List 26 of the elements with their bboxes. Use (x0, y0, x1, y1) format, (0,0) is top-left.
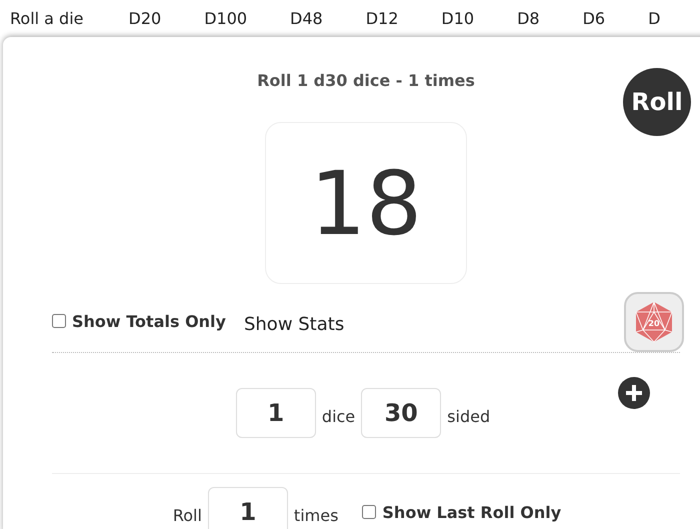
nav-link[interactable]: D20 (128, 9, 162, 28)
nav-link[interactable]: D48 (290, 9, 323, 28)
sides-field[interactable]: 30 (361, 388, 442, 438)
times-label: times (294, 506, 338, 524)
roll-button[interactable]: Roll (623, 68, 691, 136)
nav-link[interactable]: D12 (366, 9, 398, 28)
checkbox-label: Show Totals Only (72, 312, 226, 330)
sided-label: sided (447, 406, 490, 426)
dice-label: dice (322, 406, 356, 426)
die-number: 20 (648, 319, 660, 328)
checkbox-label: Show Last Roll Only (382, 502, 562, 522)
show-stats-link[interactable]: Show Stats (244, 314, 344, 334)
roll-summary: Roll 1 d30 dice - 1 times (257, 71, 475, 90)
nav-link[interactable]: D6 (582, 9, 606, 28)
roll-label: Roll (172, 506, 202, 524)
nav-link[interactable]: Roll a die (10, 9, 84, 28)
checkbox[interactable] (52, 314, 66, 328)
nav-link[interactable]: D (648, 9, 660, 28)
nav-link[interactable]: D8 (517, 9, 540, 28)
times-field[interactable]: 1 (208, 487, 288, 529)
add-icon[interactable] (618, 377, 650, 409)
dice-count-field[interactable]: 1 (236, 388, 316, 438)
result-display: 18 (265, 122, 467, 284)
checkbox[interactable] (362, 505, 376, 519)
nav-link[interactable]: D100 (204, 9, 248, 28)
nav-link[interactable]: D10 (441, 9, 474, 28)
